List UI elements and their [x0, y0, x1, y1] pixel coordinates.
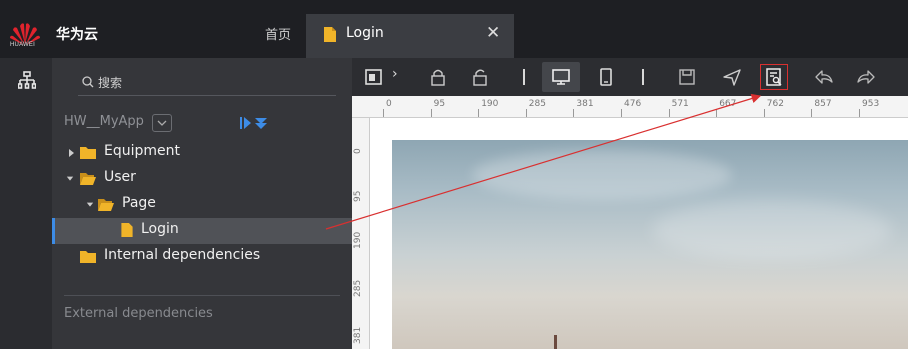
annotation-arrow: [325, 93, 762, 230]
